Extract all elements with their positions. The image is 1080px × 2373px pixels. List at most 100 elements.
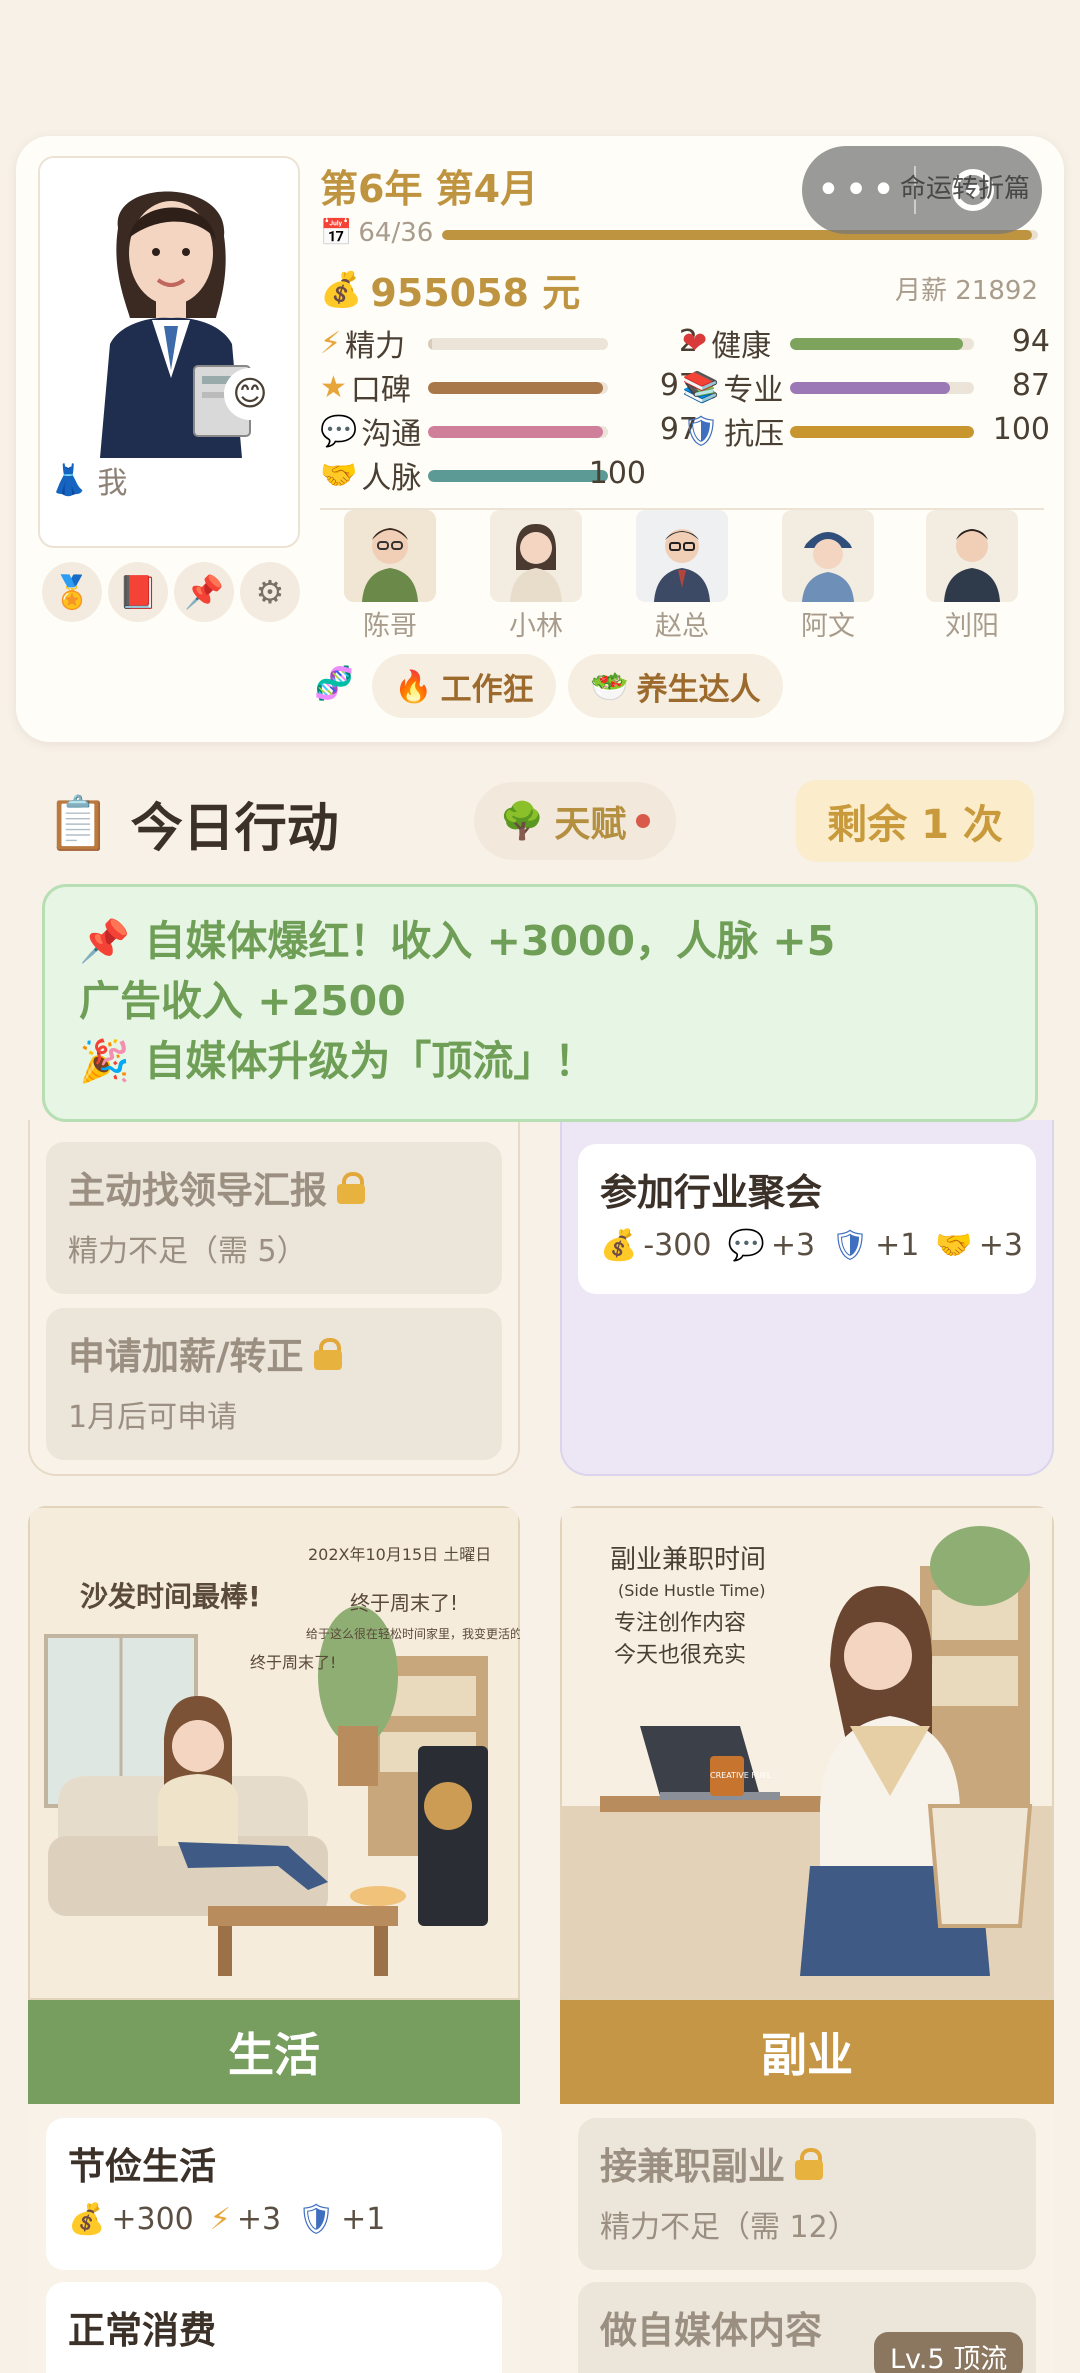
more-options-icon[interactable]: ••• <box>802 167 914 213</box>
action-title: 申请加薪/转正 <box>68 1335 304 1378</box>
npc-name: 刘阳 <box>945 611 999 642</box>
stat-label: 专业 <box>723 373 784 408</box>
effect-value: +1 <box>875 1228 920 1263</box>
medal-icon[interactable]: 🏅 <box>42 562 102 622</box>
stat-label: 口碑 <box>350 373 411 408</box>
npc-avatar <box>782 510 874 602</box>
npc-chen-ge[interactable]: 陈哥 <box>340 510 440 643</box>
player-name: 我 <box>97 466 128 501</box>
today-actions-title: 今日行动 <box>130 799 339 859</box>
money-bag-icon: 💰 <box>600 1228 638 1263</box>
book-icon[interactable]: 📕 <box>108 562 168 622</box>
side-hustle-illustration: 副业兼职时间 (Side Hustle Time) 专注创作内容 今天也很充实 … <box>560 1506 1054 2000</box>
stat-label: 人脉 <box>361 461 422 496</box>
art-text: 给于这么很在轻松时间家里，我变更活的啊哦~ <box>306 1626 520 1641</box>
money-bag-icon: 💰 <box>68 2202 106 2237</box>
action-part-time-job[interactable]: 接兼职副业 精力不足（需 12） <box>578 2118 1036 2270</box>
books-icon: 📚 <box>682 369 720 405</box>
action-report-to-leader[interactable]: 主动找领导汇报 精力不足（需 5） <box>46 1142 502 1294</box>
npc-name: 小林 <box>509 611 563 642</box>
effect-value: +3 <box>978 1228 1023 1263</box>
shield-icon: 🛡 <box>831 1228 870 1263</box>
art-text: 专注创作内容 <box>614 1611 746 1636</box>
heart-icon: ❤ <box>682 325 708 361</box>
action-title-row: 接兼职副业 <box>600 2136 1014 2190</box>
action-title: 节俭生活 <box>68 2145 216 2188</box>
gear-icon[interactable]: ⚙ <box>240 562 300 622</box>
remaining-actions-badge: 剩余 1 次 <box>796 780 1034 862</box>
stat-label: 精力 <box>345 329 406 364</box>
player-avatar[interactable]: 😊 👗 我 <box>38 156 300 548</box>
stat-value-expertise: 87 <box>1011 368 1050 403</box>
stat-label: 健康 <box>711 329 772 364</box>
action-effects: 💰 -300 💬 +3 🛡 +1 🤝 +3 <box>600 1228 1023 1263</box>
shield-icon: 🛡 <box>682 413 721 449</box>
shield-icon: 🛡 <box>297 2202 336 2237</box>
effect-value: +300 <box>111 2202 194 2237</box>
speech-bubble-icon: 💬 <box>727 1228 765 1263</box>
stat-value-health: 94 <box>1011 324 1050 359</box>
life-card-illustration[interactable]: 沙发时间最棒! 202X年10月15日 土曜日 终于周末了! 给于这么很在轻松时… <box>28 1506 520 2000</box>
action-normal-spending[interactable]: 正常消费 <box>46 2282 502 2373</box>
level-badge: Lv.5 顶流 <box>874 2332 1024 2373</box>
tree-icon: 🌳 <box>499 801 545 842</box>
npc-avatar <box>344 510 436 602</box>
effect-value: +3 <box>236 2202 282 2237</box>
toast-text: 自媒体升级为「顶流」！ <box>144 1037 596 1085</box>
handshake-icon: 🤝 <box>320 457 358 493</box>
stat-fill <box>428 338 432 350</box>
sofa-weekend-illustration: 沙发时间最棒! 202X年10月15日 土曜日 终于周末了! 给于这么很在轻松时… <box>28 1506 520 2000</box>
action-industry-gathering[interactable]: 参加行业聚会 💰 -300 💬 +3 🛡 +1 🤝 +3 <box>578 1144 1036 1294</box>
stat-label: 抗压 <box>724 417 785 452</box>
stat-bar-energy <box>428 338 608 350</box>
talent-label: 天赋 <box>554 804 627 845</box>
action-request-raise[interactable]: 申请加薪/转正 1月后可申请 <box>46 1308 502 1460</box>
today-actions-header: 📋 今日行动 <box>46 786 339 861</box>
trait-workaholic[interactable]: 🔥 工作狂 <box>372 654 556 718</box>
art-text: 沙发时间最棒! <box>80 1580 261 1613</box>
talent-button[interactable]: 🌳 天赋 <box>474 782 676 860</box>
npc-a-wen[interactable]: 阿文 <box>778 510 878 643</box>
life-category-banner: 生活 <box>28 2000 520 2104</box>
npc-name: 赵总 <box>655 611 709 642</box>
art-text: 今天也很充实 <box>614 1643 746 1668</box>
action-frugal-living[interactable]: 节俭生活 💰 +300 ⚡ +3 🛡 +1 <box>46 2118 502 2270</box>
star-icon: ★ <box>320 369 347 405</box>
art-text: 副业兼职时间 <box>610 1545 766 1575</box>
salad-icon: 🥗 <box>590 668 629 705</box>
stat-fill <box>428 426 603 438</box>
action-subtitle: 1月后可申请 <box>68 1400 238 1435</box>
notification-dot <box>636 814 651 828</box>
lock-icon <box>337 1172 365 1204</box>
npc-avatar <box>490 510 582 602</box>
dress-icon: 👗 <box>50 462 88 498</box>
npc-avatar <box>926 510 1018 602</box>
action-title: 接兼职副业 <box>600 2145 785 2188</box>
trait-label: 养生达人 <box>636 671 761 708</box>
stat-bar-stress-resistance <box>790 426 974 438</box>
action-subtitle: 精力不足（需 12） <box>600 2210 858 2245</box>
action-title: 正常消费 <box>68 2309 216 2352</box>
fire-icon: 🔥 <box>394 668 433 705</box>
toast-text: 自媒体爆红！收入 +3000，人脉 +5 <box>144 917 836 965</box>
calendar-icon: 📅 <box>320 218 353 248</box>
action-title-row: 主动找领导汇报 <box>68 1160 480 1214</box>
stat-bar-communication <box>428 426 608 438</box>
npc-name: 阿文 <box>801 611 855 642</box>
pin-icon[interactable]: 📌 <box>174 562 234 622</box>
day-progress-text: 64/36 <box>358 218 434 248</box>
mood-emoji-icon: 😊 <box>224 368 276 420</box>
effect-value: +3 <box>770 1228 816 1263</box>
npc-xiao-lin[interactable]: 小林 <box>486 510 586 643</box>
art-text: CREATIVE FUEL <box>710 1771 772 1780</box>
chapter-label: 命运转折篇 <box>900 174 1031 204</box>
npc-name: 陈哥 <box>363 611 417 642</box>
stat-label: 沟通 <box>361 417 422 452</box>
npc-zhao-zong[interactable]: 赵总 <box>632 510 732 643</box>
trait-wellness-master[interactable]: 🥗 养生达人 <box>568 654 783 718</box>
action-title-row: 申请加薪/转正 <box>68 1326 480 1380</box>
stat-communication: 💬 沟通 <box>320 410 422 453</box>
npc-liu-yang[interactable]: 刘阳 <box>922 510 1022 643</box>
side-hustle-card-illustration[interactable]: 副业兼职时间 (Side Hustle Time) 专注创作内容 今天也很充实 … <box>560 1506 1054 2000</box>
lock-icon <box>795 2148 823 2180</box>
